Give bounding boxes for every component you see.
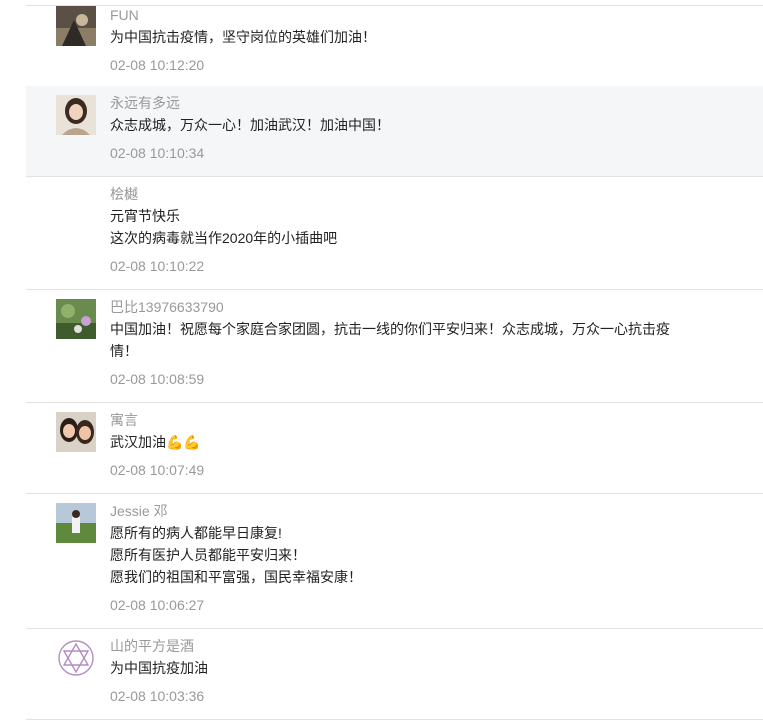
comment-line: 元宵节快乐 [110, 208, 180, 224]
comment-line: 愿所有医护人员都能平安归来！ [110, 547, 306, 563]
comment-line: 情！ [110, 343, 138, 359]
comment-text: 众志成城，万众一心！加油武汉！加油中国！ [110, 114, 723, 136]
avatar-image [56, 6, 96, 46]
comment-username[interactable]: 巴比13976633790 [110, 298, 723, 316]
comment-item: 山的平方是酒 为中国抗疫加油 02-08 10:03:36 [26, 629, 763, 720]
comment-line: 愿所有的病人都能早日康复! [110, 525, 282, 541]
avatar-image [56, 95, 96, 135]
comment-username[interactable]: 永远有多远 [110, 94, 723, 112]
comment-item: 寓言 武汉加油💪💪 02-08 10:07:49 [26, 403, 763, 494]
avatar-image [56, 299, 96, 339]
comment-username[interactable]: FUN [110, 6, 723, 24]
user-avatar[interactable] [56, 412, 96, 452]
comment-item: 桧樾 元宵节快乐 这次的病毒就当作2020年的小插曲吧 02-08 10:10:… [26, 177, 763, 290]
comment-text: 元宵节快乐 这次的病毒就当作2020年的小插曲吧 [110, 205, 723, 249]
comment-text: 中国加油！祝愿每个家庭合家团圆，抗击一线的你们平安归来！众志成城，万众一心抗击疫… [110, 318, 723, 362]
comment-text: 愿所有的病人都能早日康复! 愿所有医护人员都能平安归来！ 愿我们的祖国和平富强，… [110, 522, 723, 588]
avatar-image [56, 412, 96, 452]
comment-line: 中国加油！祝愿每个家庭合家团圆，抗击一线的你们平安归来！众志成城，万众一心抗击疫 [110, 321, 670, 337]
avatar-image [56, 503, 96, 543]
comment-time: 02-08 10:07:49 [110, 462, 205, 478]
comment-time: 02-08 10:06:27 [110, 597, 205, 613]
comment-time: 02-08 10:12:20 [110, 57, 205, 73]
user-avatar[interactable] [56, 95, 96, 135]
comment-text: 为中国抗击疫情，坚守岗位的英雄们加油！ [110, 26, 723, 48]
comment-text: 为中国抗疫加油 [110, 657, 723, 679]
comment-item: 永远有多远 众志成城，万众一心！加油武汉！加油中国！ 02-08 10:10:3… [26, 86, 763, 177]
comment-username[interactable]: Jessie 邓 [110, 502, 723, 520]
user-avatar[interactable] [56, 503, 96, 543]
comment-item: 巴比13976633790 中国加油！祝愿每个家庭合家团圆，抗击一线的你们平安归… [26, 290, 763, 403]
comment-line: 为中国抗疫加油 [110, 660, 208, 676]
comment-username[interactable]: 桧樾 [110, 185, 723, 203]
comment-text: 武汉加油💪💪 [110, 431, 723, 453]
user-avatar[interactable] [56, 6, 96, 46]
avatar-image [56, 638, 96, 678]
comment-username[interactable]: 山的平方是酒 [110, 637, 723, 655]
comment-item: Jessie 邓 愿所有的病人都能早日康复! 愿所有医护人员都能平安归来！ 愿我… [26, 494, 763, 629]
comment-time: 02-08 10:08:59 [110, 371, 205, 387]
comment-line: 为中国抗击疫情，坚守岗位的英雄们加油！ [110, 29, 376, 45]
comment-time: 02-08 10:10:34 [110, 145, 205, 161]
comment-line: 这次的病毒就当作2020年的小插曲吧 [110, 230, 338, 246]
comment-line: 愿我们的祖国和平富强，国民幸福安康！ [110, 569, 362, 585]
user-avatar[interactable] [56, 638, 96, 678]
user-avatar[interactable] [56, 299, 96, 339]
comment-time: 02-08 10:03:36 [110, 688, 205, 704]
comment-username[interactable]: 寓言 [110, 411, 723, 429]
comment-line: 众志成城，万众一心！加油武汉！加油中国！ [110, 117, 390, 133]
comment-item: FUN 为中国抗击疫情，坚守岗位的英雄们加油！ 02-08 10:12:20 [26, 0, 763, 92]
comment-line: 武汉加油💪💪 [110, 434, 201, 450]
comment-time: 02-08 10:10:22 [110, 258, 205, 274]
